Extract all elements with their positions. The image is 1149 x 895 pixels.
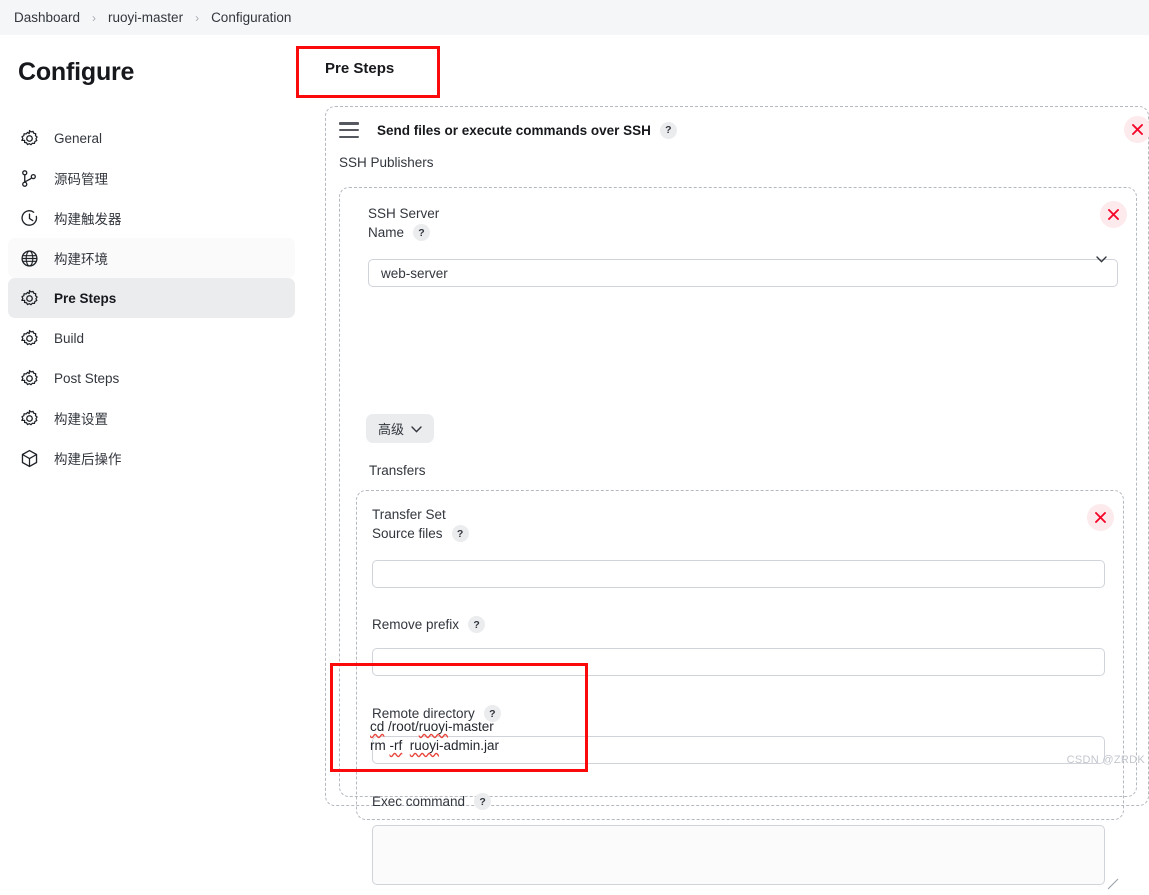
close-icon bbox=[1108, 209, 1119, 220]
breadcrumb-item-configuration[interactable]: Configuration bbox=[205, 10, 297, 25]
gear-icon bbox=[18, 127, 40, 149]
sidebar-item-label: 源码管理 bbox=[54, 168, 108, 188]
delete-transfer-set-button[interactable] bbox=[1087, 504, 1114, 531]
transfers-label: Transfers bbox=[369, 461, 426, 480]
help-icon[interactable]: ? bbox=[484, 705, 501, 722]
ssh-publisher-panel: Send files or execute commands over SSH … bbox=[325, 106, 1149, 806]
ssh-server-name-label-group: SSH Server Name ? bbox=[368, 204, 439, 242]
sidebar-item-label: 构建后操作 bbox=[54, 448, 122, 468]
close-icon bbox=[1132, 124, 1143, 135]
globe-icon bbox=[18, 247, 40, 269]
sidebar-item-2[interactable]: 源码管理 bbox=[8, 158, 295, 198]
remote-directory-label: Remote directory bbox=[372, 704, 475, 723]
breadcrumb-separator-icon: › bbox=[189, 11, 205, 25]
exec-command-label-group: Exec command ? bbox=[372, 792, 491, 811]
chevron-down-icon bbox=[411, 421, 422, 436]
help-icon[interactable]: ? bbox=[474, 793, 491, 810]
git-branch-icon bbox=[18, 167, 40, 189]
transfer-set-title: Transfer Set bbox=[372, 505, 469, 524]
breadcrumb-item-dashboard[interactable]: Dashboard bbox=[8, 10, 86, 25]
exec-command-textarea[interactable] bbox=[372, 825, 1105, 885]
ssh-panel-header: Send files or execute commands over SSH … bbox=[326, 115, 1148, 145]
ssh-panel-title: Send files or execute commands over SSH bbox=[377, 123, 651, 138]
sidebar-item-3[interactable]: 构建触发器 bbox=[8, 198, 295, 238]
package-icon bbox=[18, 447, 40, 469]
hamburger-drag-icon[interactable] bbox=[339, 122, 361, 138]
exec-command-label: Exec command bbox=[372, 792, 465, 811]
sidebar-nav: General 源码管理构建触发器构建环境 Pre Steps Build Post S… bbox=[8, 118, 295, 478]
transfer-set-item: Transfer Set Source files ? Remove prefi… bbox=[356, 490, 1124, 820]
help-icon[interactable]: ? bbox=[468, 616, 485, 633]
sidebar-item-4[interactable]: 构建环境 bbox=[8, 238, 295, 278]
remove-prefix-label: Remove prefix bbox=[372, 615, 459, 634]
delete-ssh-publisher-button[interactable] bbox=[1100, 201, 1127, 228]
sidebar-item-7[interactable]: Post Steps bbox=[8, 358, 295, 398]
ssh-server-label-line2: Name bbox=[368, 223, 404, 242]
sidebar-item-label: 构建设置 bbox=[54, 408, 108, 428]
sidebar-item-8[interactable]: 构建设置 bbox=[8, 398, 295, 438]
sidebar-item-label: General bbox=[54, 131, 102, 146]
breadcrumb: Dashboard › ruoyi-master › Configuration bbox=[0, 0, 1149, 35]
advanced-toggle-button[interactable]: 高级 bbox=[366, 414, 434, 443]
gear-icon bbox=[18, 407, 40, 429]
sidebar-item-label: 构建环境 bbox=[54, 248, 108, 268]
ssh-server-name-select[interactable]: web-server bbox=[368, 259, 1118, 287]
source-files-input[interactable] bbox=[372, 560, 1105, 588]
sidebar-item-9[interactable]: 构建后操作 bbox=[8, 438, 295, 478]
resize-handle-icon[interactable] bbox=[1107, 877, 1119, 889]
page-title: Configure bbox=[18, 58, 134, 87]
remote-directory-input[interactable] bbox=[372, 736, 1105, 764]
help-icon[interactable]: ? bbox=[413, 224, 430, 241]
delete-ssh-panel-button[interactable] bbox=[1124, 116, 1149, 143]
remote-directory-label-group: Remote directory ? bbox=[372, 704, 501, 723]
clock-icon bbox=[18, 207, 40, 229]
advanced-button-label: 高级 bbox=[378, 419, 404, 438]
help-icon[interactable]: ? bbox=[660, 122, 677, 139]
source-files-label-group: Transfer Set Source files ? bbox=[372, 505, 469, 543]
gear-icon bbox=[18, 287, 40, 309]
watermark: CSDN @ZRDK bbox=[1067, 754, 1145, 766]
sidebar-item-label: Pre Steps bbox=[54, 291, 116, 306]
sidebar: Configure General 源码管理构建触发器构建环境 Pre Steps B… bbox=[0, 35, 305, 772]
sidebar-item-label: 构建触发器 bbox=[54, 208, 122, 228]
breadcrumb-item-project[interactable]: ruoyi-master bbox=[102, 10, 189, 25]
sidebar-item-label: Post Steps bbox=[54, 371, 119, 386]
close-icon bbox=[1095, 512, 1106, 523]
source-files-label: Source files bbox=[372, 524, 443, 543]
gear-icon bbox=[18, 327, 40, 349]
remove-prefix-input[interactable] bbox=[372, 648, 1105, 676]
sidebar-item-label: Build bbox=[54, 331, 84, 346]
sidebar-item-1[interactable]: General bbox=[8, 118, 295, 158]
sidebar-item-6[interactable]: Build bbox=[8, 318, 295, 358]
ssh-publishers-label: SSH Publishers bbox=[339, 155, 434, 170]
breadcrumb-separator-icon: › bbox=[86, 11, 102, 25]
sidebar-item-5[interactable]: Pre Steps bbox=[8, 278, 295, 318]
section-title-pre-steps: Pre Steps bbox=[325, 60, 394, 77]
gear-icon bbox=[18, 367, 40, 389]
remove-prefix-label-group: Remove prefix ? bbox=[372, 615, 485, 634]
ssh-server-label-line1: SSH Server bbox=[368, 204, 439, 223]
help-icon[interactable]: ? bbox=[452, 525, 469, 542]
